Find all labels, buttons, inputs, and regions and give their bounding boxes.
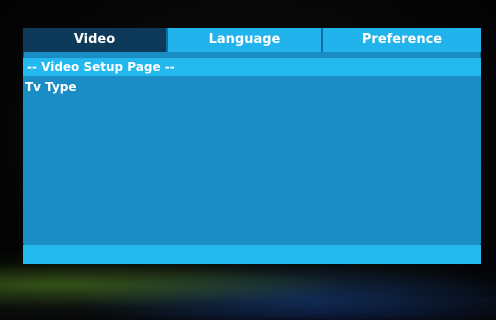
tab-preference[interactable]: Preference [323,28,481,52]
page-title: -- Video Setup Page -- [23,58,481,76]
tab-bar: Video Language Preference [23,28,481,52]
menu-list: Tv Type [23,76,481,243]
status-bar [23,245,481,264]
tab-video[interactable]: Video [23,28,168,52]
tab-language[interactable]: Language [168,28,323,52]
setup-menu-panel: Video Language Preference -- Video Setup… [23,28,481,264]
tv-screen: Video Language Preference -- Video Setup… [0,0,496,320]
menu-item-tv-type[interactable]: Tv Type [25,80,77,94]
